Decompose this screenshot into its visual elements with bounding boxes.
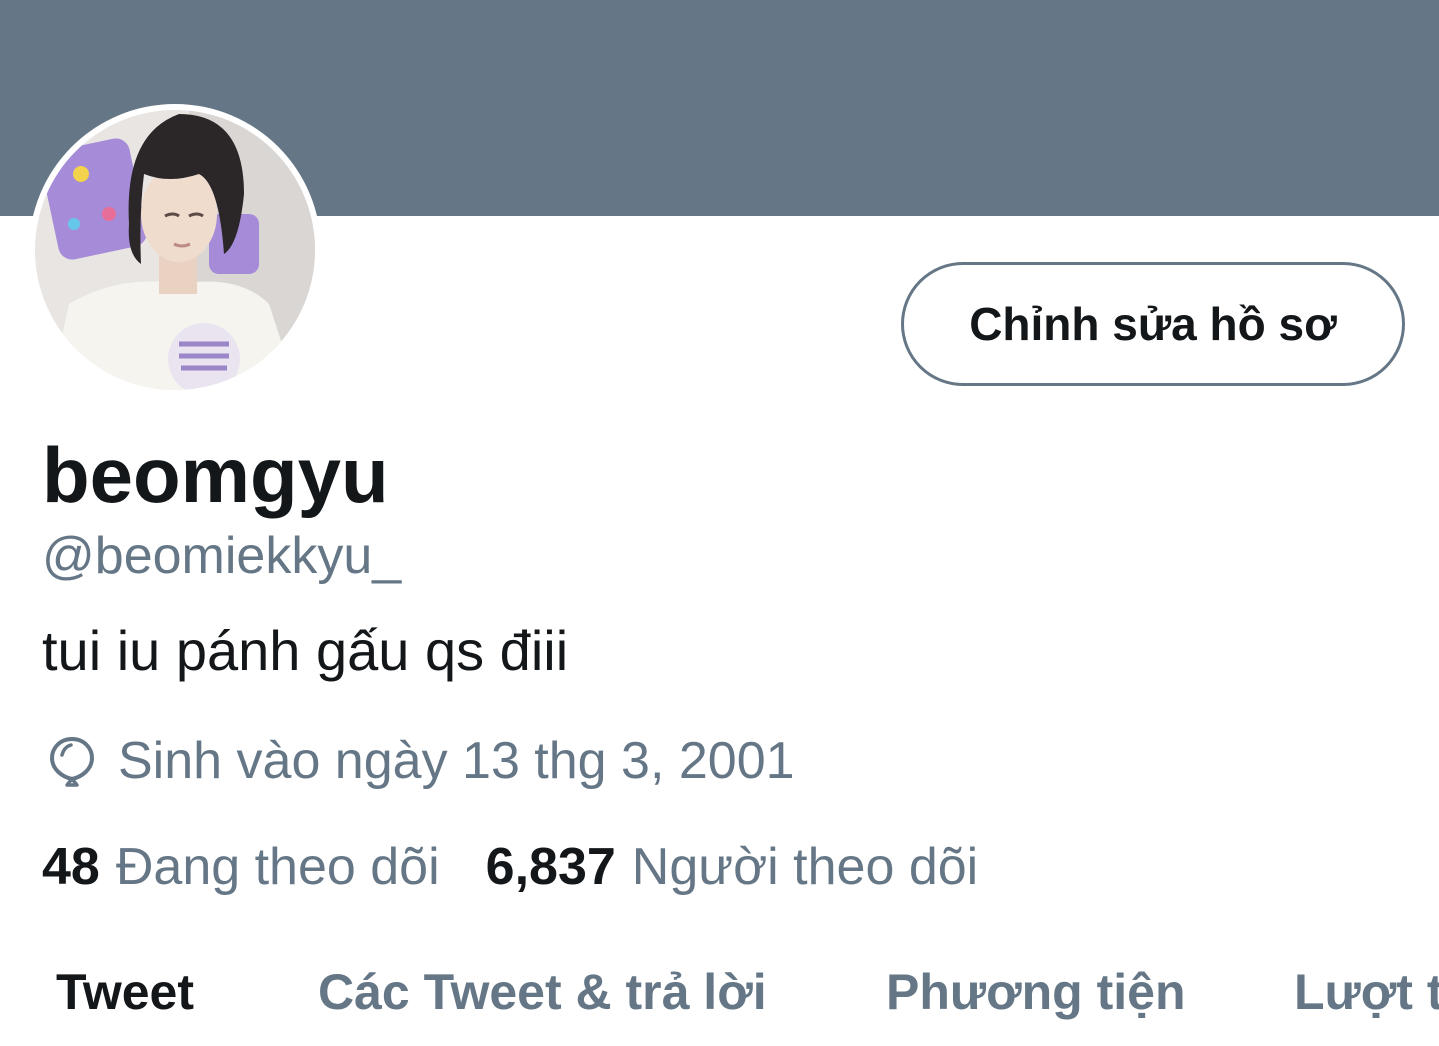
balloon-icon — [42, 731, 102, 791]
tab-media[interactable]: Phương tiện — [886, 962, 1186, 1022]
tab-likes[interactable]: Lượt t — [1294, 962, 1439, 1022]
following-count: 48 — [42, 838, 100, 896]
following-link[interactable]: 48 Đang theo dõi — [42, 836, 440, 898]
user-handle: @beomiekkyu_ — [42, 527, 402, 585]
follow-stats: 48 Đang theo dõi 6,837 Người theo dõi — [42, 836, 978, 898]
followers-count: 6,837 — [485, 838, 616, 896]
display-name: beomgyu — [42, 431, 389, 519]
edit-profile-button[interactable]: Chỉnh sửa hồ sơ — [901, 262, 1405, 386]
tab-tweets-and-replies[interactable]: Các Tweet & trả lời — [318, 962, 767, 1022]
birth-date-text: Sinh vào ngày 13 thg 3, 2001 — [118, 732, 795, 790]
birth-date-row: Sinh vào ngày 13 thg 3, 2001 — [42, 730, 795, 792]
tab-tweets[interactable]: Tweet — [56, 962, 194, 1022]
following-label: Đang theo dõi — [115, 838, 440, 896]
followers-label: Người theo dõi — [631, 838, 979, 896]
profile-tabs: Tweet Các Tweet & trả lời Phương tiện Lư… — [0, 950, 1439, 1046]
followers-link[interactable]: 6,837 Người theo dõi — [486, 836, 979, 898]
avatar[interactable] — [29, 104, 321, 396]
avatar-photo — [35, 110, 315, 390]
bio-text: tui iu pánh gấu qs điii — [42, 619, 569, 682]
